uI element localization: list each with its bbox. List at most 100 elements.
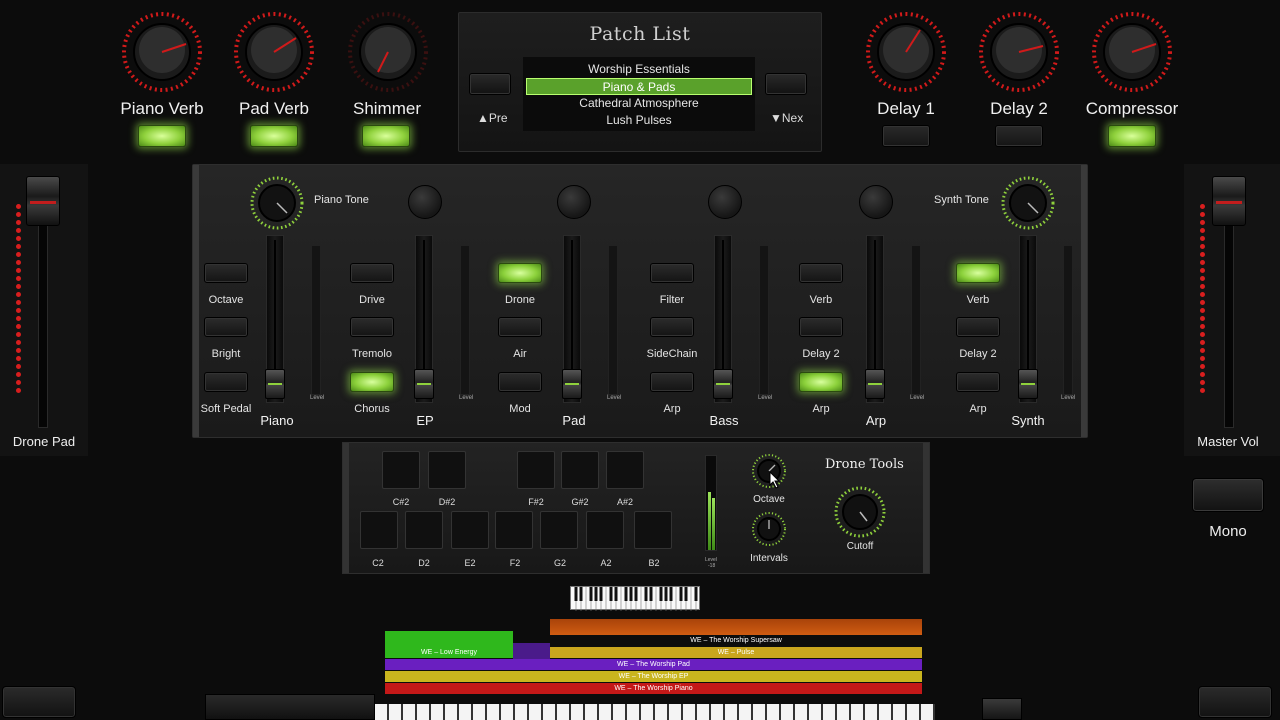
bass-level-label: Level: [758, 395, 773, 401]
layer-worship-piano[interactable]: WE – The Worship Piano: [385, 683, 922, 694]
piano-channel-name: Piano: [260, 413, 294, 428]
pad-c-2[interactable]: [360, 511, 398, 549]
main-keyboard[interactable]: [375, 704, 935, 720]
pitch-mod-wheels[interactable]: [205, 694, 375, 720]
piano-bright-button[interactable]: [204, 317, 248, 337]
patch-prev-button[interactable]: [469, 73, 511, 95]
piano-fader-handle[interactable]: [265, 369, 285, 399]
compressor-toggle[interactable]: [1108, 125, 1156, 147]
piano-tone-knob[interactable]: [249, 175, 305, 236]
shimmer-label: Shimmer: [352, 99, 421, 118]
bass-filter-button[interactable]: [650, 263, 694, 283]
ep-drive-button[interactable]: [350, 263, 394, 283]
patch-item-piano-pads[interactable]: Piano & Pads: [526, 78, 752, 95]
pad-fader-handle[interactable]: [562, 369, 582, 399]
shimmer-knob[interactable]: [346, 10, 430, 94]
bass-arp-button[interactable]: [650, 372, 694, 392]
synth-channel-name: Synth: [1011, 413, 1045, 428]
arp-tone-knob[interactable]: [859, 185, 893, 219]
pad-d-sharp-2[interactable]: [428, 451, 466, 489]
pad-a-2[interactable]: [586, 511, 624, 549]
piano-verb-toggle[interactable]: [138, 125, 186, 147]
pad-drone-button[interactable]: [498, 263, 542, 283]
ep-chorus-button[interactable]: [350, 372, 394, 392]
master-vol-fader-handle[interactable]: [1212, 176, 1246, 226]
pad-d-2[interactable]: [405, 511, 443, 549]
bass-fader-handle[interactable]: [713, 369, 733, 399]
arp-arp-button[interactable]: [799, 372, 843, 392]
drone-level-value: -18: [708, 563, 716, 569]
layer-low-energy-block[interactable]: [385, 631, 513, 647]
layer-supersaw-block[interactable]: [550, 619, 922, 635]
layer-pulse[interactable]: WE – Pulse: [550, 647, 922, 658]
delay-2-knob[interactable]: [977, 10, 1061, 94]
piano-soft-pedal-button[interactable]: [204, 372, 248, 392]
ep-tremolo-label: Tremolo: [352, 348, 392, 360]
pad-g-sharp-2[interactable]: [561, 451, 599, 489]
arp-verb-button[interactable]: [799, 263, 843, 283]
patch-prev-label[interactable]: ▲Pre: [477, 111, 508, 125]
delay-1-toggle[interactable]: [882, 125, 930, 147]
master-vol-panel: Master Vol: [1184, 164, 1280, 456]
master-vol-label: Master Vol: [1197, 434, 1259, 449]
layer-supersaw[interactable]: WE – The Worship Supersaw: [550, 635, 922, 646]
bottom-left-button[interactable]: [2, 686, 76, 718]
pad-level-label: Level: [607, 395, 622, 401]
delay-2-toggle[interactable]: [995, 125, 1043, 147]
mono-button[interactable]: [1192, 478, 1264, 512]
layer-low-energy[interactable]: WE – Low Energy: [385, 647, 513, 658]
pad-air-button[interactable]: [498, 317, 542, 337]
pad-f-sharp-2[interactable]: [517, 451, 555, 489]
patch-next-label[interactable]: ▼Nex: [770, 111, 803, 125]
arp-fader-handle[interactable]: [865, 369, 885, 399]
intervals-knob[interactable]: [751, 511, 787, 552]
channel-rack: Piano Tone Synth Tone Octave Bright Soft…: [192, 164, 1088, 438]
drone-pad-fader-handle[interactable]: [26, 176, 60, 226]
synth-verb-button[interactable]: [956, 263, 1000, 283]
pad-tone-knob[interactable]: [557, 185, 591, 219]
patch-next-button[interactable]: [765, 73, 807, 95]
pad-g-2[interactable]: [540, 511, 578, 549]
bottom-right-button[interactable]: [1198, 686, 1272, 718]
cutoff-knob[interactable]: [833, 485, 887, 544]
bass-filter-label: Filter: [659, 294, 685, 306]
pad-label-d-sharp-2: D#2: [438, 497, 456, 507]
pad-e-2[interactable]: [451, 511, 489, 549]
arp-delay-2-label: Delay 2: [802, 348, 840, 360]
pad-verb-knob[interactable]: [232, 10, 316, 94]
synth-level-meter: [1063, 245, 1073, 395]
pad-channel-name: Pad: [562, 413, 586, 428]
pad-a-sharp-2[interactable]: [606, 451, 644, 489]
patch-item-worship-essentials[interactable]: Worship Essentials: [523, 61, 755, 78]
ep-fader-handle[interactable]: [414, 369, 434, 399]
synth-fader-handle[interactable]: [1018, 369, 1038, 399]
layer-worship-ep[interactable]: WE – The Worship EP: [385, 671, 922, 682]
ep-tremolo-button[interactable]: [350, 317, 394, 337]
shimmer-toggle[interactable]: [362, 125, 410, 147]
ep-level-label: Level: [459, 395, 474, 401]
patch-item-lush-pulses[interactable]: Lush Pulses: [523, 112, 755, 129]
pad-verb-toggle[interactable]: [250, 125, 298, 147]
delay-1-knob[interactable]: [864, 10, 948, 94]
ep-tone-knob[interactable]: [408, 185, 442, 219]
synth-arp-button[interactable]: [956, 372, 1000, 392]
pad-c-sharp-2[interactable]: [382, 451, 420, 489]
pad-level-meter: [608, 245, 618, 395]
pad-mod-button[interactable]: [498, 372, 542, 392]
pad-b-2[interactable]: [634, 511, 672, 549]
compressor-knob[interactable]: [1090, 10, 1174, 94]
pad-f-2[interactable]: [495, 511, 533, 549]
patch-item-cathedral-atmosphere[interactable]: Cathedral Atmosphere: [523, 95, 755, 112]
piano-bright-label: Bright: [211, 348, 241, 360]
bass-tone-knob[interactable]: [708, 185, 742, 219]
layer-worship-pad[interactable]: WE – The Worship Pad: [385, 659, 922, 670]
arp-delay-2-button[interactable]: [799, 317, 843, 337]
patch-list-title: Patch List: [589, 23, 691, 45]
synth-delay-2-button[interactable]: [956, 317, 1000, 337]
piano-octave-button[interactable]: [204, 263, 248, 283]
pad-label-f-sharp-2: F#2: [528, 497, 544, 507]
bass-sidechain-button[interactable]: [650, 317, 694, 337]
synth-tone-knob[interactable]: [1000, 175, 1056, 236]
piano-verb-knob[interactable]: [120, 10, 204, 94]
synth-level-label: Level: [1061, 395, 1076, 401]
